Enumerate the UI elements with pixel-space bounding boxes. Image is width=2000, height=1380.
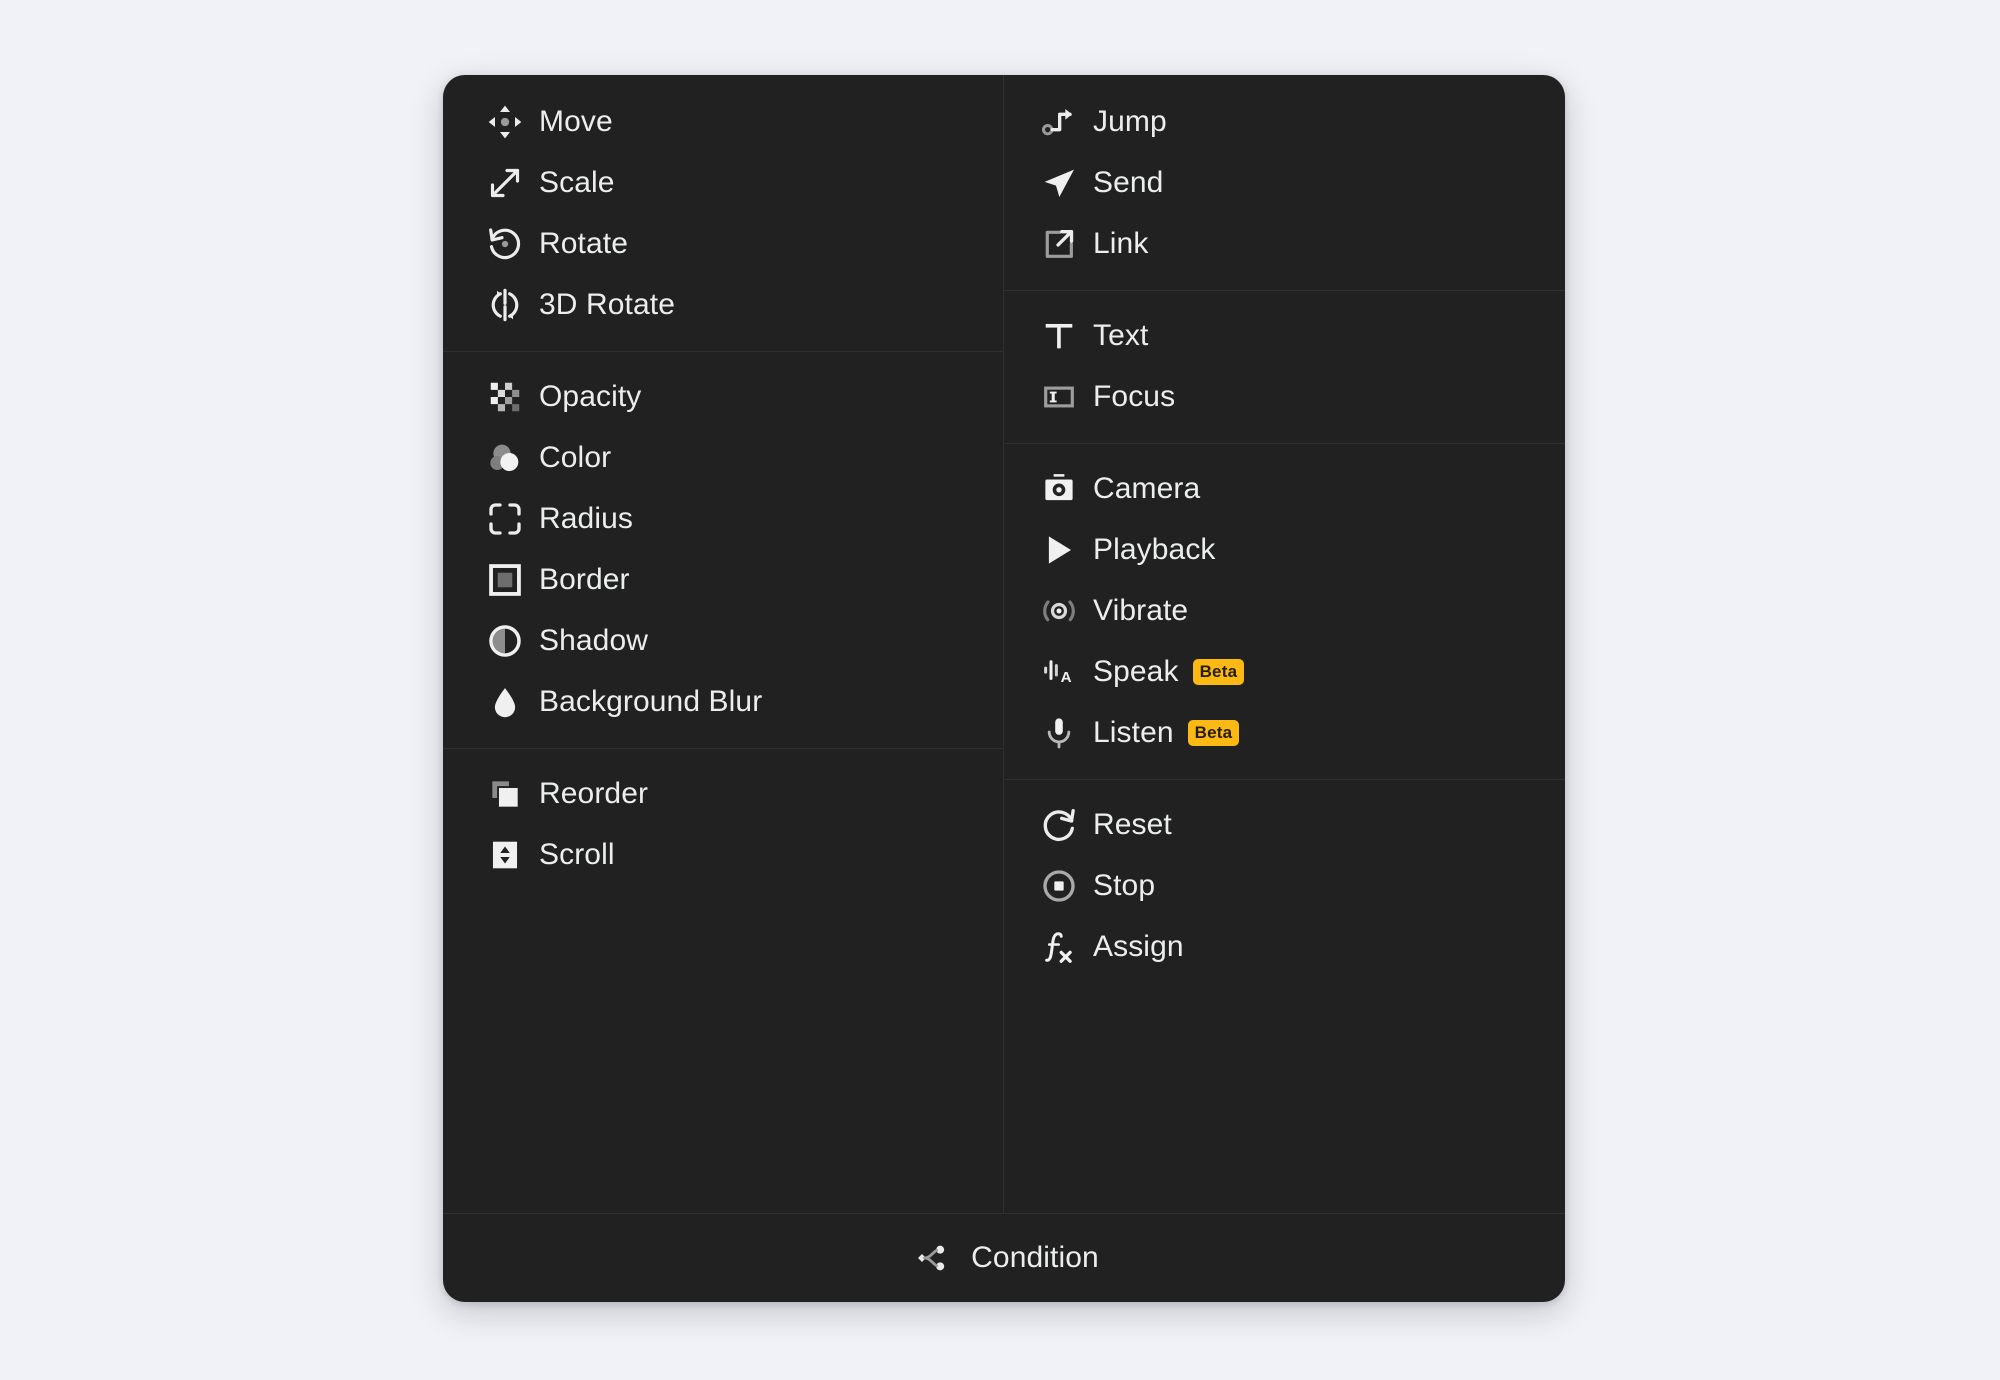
menu-item-label: Camera [1093, 474, 1200, 504]
menu-item-rotate[interactable]: Rotate [443, 213, 1003, 274]
scroll-updown-icon [483, 833, 527, 877]
menu-item-label: Speak [1093, 657, 1179, 687]
vibrate-icon [1037, 589, 1081, 633]
svg-text:A: A [1061, 669, 1072, 686]
shadow-halfcircle-icon [483, 619, 527, 663]
menu-item-reorder[interactable]: Reorder [443, 763, 1003, 824]
text-t-icon [1037, 314, 1081, 358]
menu-group: Reorder Scroll [443, 748, 1003, 901]
rotate-icon [483, 222, 527, 266]
condition-branch-icon [909, 1236, 953, 1280]
menu-item-stop[interactable]: Stop [1004, 855, 1565, 916]
camera-icon [1037, 467, 1081, 511]
border-square-icon [483, 558, 527, 602]
menu-item-reset[interactable]: Reset [1004, 794, 1565, 855]
menu-item-jump[interactable]: Jump [1004, 91, 1565, 152]
opacity-checkerboard-icon [483, 375, 527, 419]
menu-item-camera[interactable]: Camera [1004, 458, 1565, 519]
menu-item-label: Reorder [539, 779, 648, 809]
menu-item-label: Link [1093, 229, 1148, 259]
move-icon [483, 100, 527, 144]
play-triangle-icon [1037, 528, 1081, 572]
menu-item-move[interactable]: Move [443, 91, 1003, 152]
menu-item-playback[interactable]: Playback [1004, 519, 1565, 580]
send-paperplane-icon [1037, 161, 1081, 205]
menu-item-listen[interactable]: Listen Beta [1004, 702, 1565, 763]
assign-fx-icon [1037, 925, 1081, 969]
droplet-icon [483, 680, 527, 724]
menu-item-label: Opacity [539, 382, 641, 412]
rotate-3d-icon [483, 283, 527, 327]
menu-group: Move Scale Rotate 3D Rotate [443, 75, 1003, 351]
menu-item-text[interactable]: Text [1004, 305, 1565, 366]
reset-refresh-icon [1037, 803, 1081, 847]
menu-item-send[interactable]: Send [1004, 152, 1565, 213]
menu-item-label: Stop [1093, 871, 1155, 901]
menu-item-label: Send [1093, 168, 1163, 198]
menu-item-label: 3D Rotate [539, 290, 675, 320]
menu-item-label: Condition [971, 1243, 1099, 1273]
corner-radius-icon [483, 497, 527, 541]
menu-item-label: Text [1093, 321, 1148, 351]
menu-item-background-blur[interactable]: Background Blur [443, 671, 1003, 732]
microphone-icon [1037, 711, 1081, 755]
menu-item-shadow[interactable]: Shadow [443, 610, 1003, 671]
external-link-icon [1037, 222, 1081, 266]
menu-item-label: Listen [1093, 718, 1174, 748]
color-circles-icon [483, 436, 527, 480]
menu-item-label: Scale [539, 168, 615, 198]
scale-icon [483, 161, 527, 205]
menu-item-assign[interactable]: Assign [1004, 916, 1565, 977]
beta-badge: Beta [1193, 659, 1245, 685]
menu-item-condition[interactable]: Condition [443, 1213, 1565, 1302]
menu-item-opacity[interactable]: Opacity [443, 366, 1003, 427]
menu-item-label: Scroll [539, 840, 615, 870]
stop-circle-icon [1037, 864, 1081, 908]
menu-column-left: Move Scale Rotate 3D Rotate Opacity [443, 75, 1003, 1213]
jump-arrow-icon [1037, 100, 1081, 144]
menu-item-label: Jump [1093, 107, 1167, 137]
speak-waveform-icon: A [1037, 650, 1081, 694]
menu-item-label: Shadow [539, 626, 648, 656]
menu-item-radius[interactable]: Radius [443, 488, 1003, 549]
menu-group: Jump Send Link [1004, 75, 1565, 290]
menu-columns: Move Scale Rotate 3D Rotate Opacity [443, 75, 1565, 1213]
menu-item-vibrate[interactable]: Vibrate [1004, 580, 1565, 641]
menu-item-label: Background Blur [539, 687, 762, 717]
menu-item-scroll[interactable]: Scroll [443, 824, 1003, 885]
menu-item-label: Move [539, 107, 613, 137]
menu-item-label: Focus [1093, 382, 1175, 412]
menu-item-3d-rotate[interactable]: 3D Rotate [443, 274, 1003, 335]
menu-item-label: Assign [1093, 932, 1184, 962]
menu-item-label: Rotate [539, 229, 628, 259]
menu-item-label: Radius [539, 504, 633, 534]
menu-group: Camera Playback Vibrate A Speak Beta List… [1004, 443, 1565, 779]
menu-item-border[interactable]: Border [443, 549, 1003, 610]
menu-group: Opacity Color Radius Border Shadow Backg… [443, 351, 1003, 748]
menu-item-color[interactable]: Color [443, 427, 1003, 488]
menu-group: Reset Stop Assign [1004, 779, 1565, 993]
action-menu-panel: Move Scale Rotate 3D Rotate Opacity [443, 75, 1565, 1302]
menu-column-right: Jump Send Link Text Focus Camera Playbac… [1003, 75, 1565, 1213]
menu-group: Text Focus [1004, 290, 1565, 443]
menu-item-label: Reset [1093, 810, 1172, 840]
beta-badge: Beta [1188, 720, 1240, 746]
menu-item-label: Playback [1093, 535, 1216, 565]
reorder-layers-icon [483, 772, 527, 816]
menu-item-focus[interactable]: Focus [1004, 366, 1565, 427]
menu-item-label: Border [539, 565, 630, 595]
menu-item-label: Vibrate [1093, 596, 1188, 626]
menu-item-link[interactable]: Link [1004, 213, 1565, 274]
menu-item-label: Color [539, 443, 611, 473]
menu-item-scale[interactable]: Scale [443, 152, 1003, 213]
screen: Move Scale Rotate 3D Rotate Opacity [0, 0, 2000, 1380]
menu-item-speak[interactable]: A Speak Beta [1004, 641, 1565, 702]
focus-field-icon [1037, 375, 1081, 419]
